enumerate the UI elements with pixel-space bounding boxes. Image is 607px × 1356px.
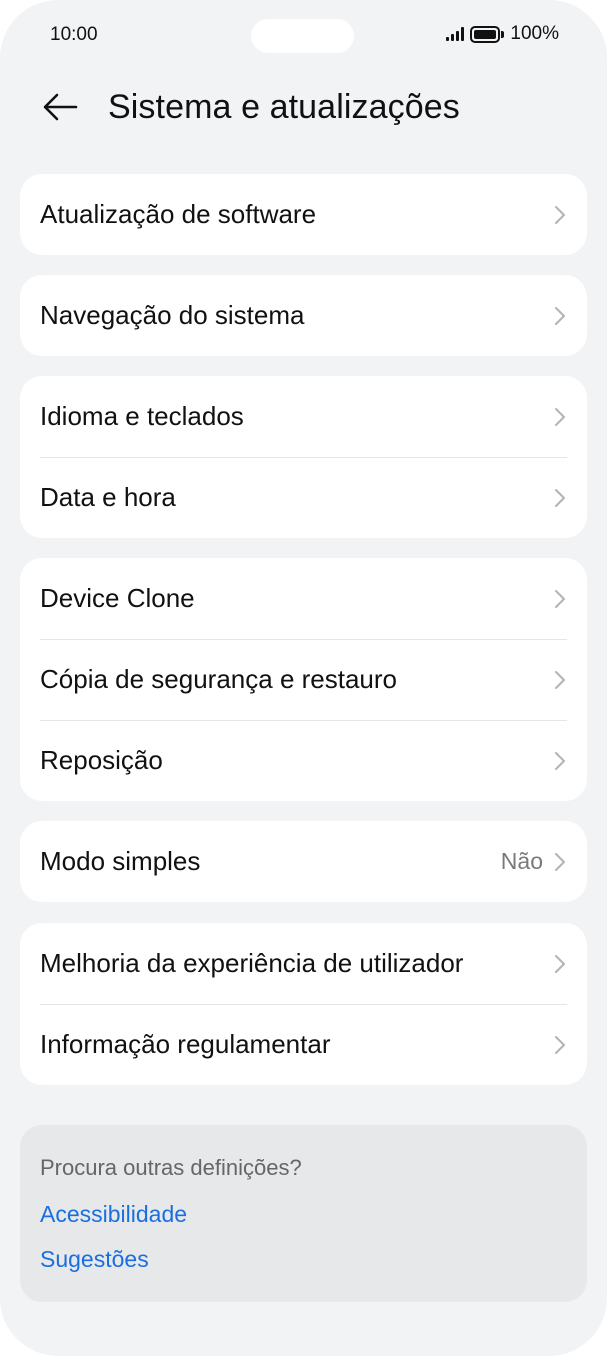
other-settings-title: Procura outras definições? <box>40 1155 302 1180</box>
settings-item-date-time[interactable]: Data e hora <box>20 457 587 538</box>
back-button[interactable] <box>38 85 82 129</box>
settings-group-language-time: Idioma e teclados Data e hora <box>20 376 587 538</box>
chevron-right-icon <box>555 306 565 325</box>
settings-item-label: Cópia de segurança e restauro <box>40 664 398 694</box>
status-time: 10:00 <box>50 24 98 45</box>
back-arrow-icon <box>43 93 78 121</box>
chevron-right-icon <box>555 589 565 608</box>
settings-item-value: Não <box>500 848 543 874</box>
settings-item-simple-mode[interactable]: Modo simples Não <box>20 821 587 902</box>
accessibility-link[interactable]: Acessibilidade <box>40 1201 187 1228</box>
chevron-right-icon <box>555 488 565 507</box>
chevron-right-icon <box>555 1035 565 1054</box>
settings-group-experience: Melhoria da experiência de utilizador In… <box>20 923 587 1085</box>
signal-icon <box>446 27 465 41</box>
page-title: Sistema e atualizações <box>108 88 460 126</box>
battery-percent: 100% <box>510 23 559 44</box>
settings-group-backup: Device Clone Cópia de segurança e restau… <box>20 558 587 801</box>
chevron-right-icon <box>555 751 565 770</box>
settings-item-reset[interactable]: Reposição <box>20 720 587 801</box>
settings-item-language-keyboards[interactable]: Idioma e teclados <box>20 376 587 457</box>
other-settings-panel: Procura outras definições? Acessibilidad… <box>20 1125 587 1302</box>
settings-group-simple-mode: Modo simples Não <box>20 821 587 902</box>
battery-icon <box>470 25 505 43</box>
settings-item-label: Idioma e teclados <box>40 401 244 431</box>
camera-notch <box>251 19 354 53</box>
page-header: Sistema e atualizações <box>0 76 607 138</box>
settings-item-label: Atualização de software <box>40 199 317 229</box>
phone-screen: 10:00 100% Sistema e atualizações Atuali… <box>0 0 607 1356</box>
chevron-right-icon <box>555 852 565 871</box>
settings-item-backup-restore[interactable]: Cópia de segurança e restauro <box>20 639 587 720</box>
settings-group-software: Atualização de software <box>20 174 587 255</box>
settings-item-label: Reposição <box>40 745 163 775</box>
chevron-right-icon <box>555 407 565 426</box>
settings-item-label: Modo simples <box>40 846 201 876</box>
settings-item-device-clone[interactable]: Device Clone <box>20 558 587 639</box>
chevron-right-icon <box>555 954 565 973</box>
suggestions-link[interactable]: Sugestões <box>40 1246 149 1273</box>
chevron-right-icon <box>555 205 565 224</box>
settings-item-system-navigation[interactable]: Navegação do sistema <box>20 275 587 356</box>
settings-group-navigation: Navegação do sistema <box>20 275 587 356</box>
status-indicators: 100% <box>446 23 559 45</box>
status-bar: 10:00 100% <box>0 0 607 70</box>
settings-item-label: Melhoria da experiência de utilizador <box>40 948 464 978</box>
settings-item-software-update[interactable]: Atualização de software <box>20 174 587 255</box>
chevron-right-icon <box>555 670 565 689</box>
settings-item-label: Informação regulamentar <box>40 1029 331 1059</box>
settings-item-regulatory-info[interactable]: Informação regulamentar <box>20 1004 587 1085</box>
settings-item-label: Device Clone <box>40 583 195 613</box>
settings-item-user-experience[interactable]: Melhoria da experiência de utilizador <box>20 923 587 1004</box>
settings-item-label: Data e hora <box>40 482 176 512</box>
settings-item-label: Navegação do sistema <box>40 300 305 330</box>
